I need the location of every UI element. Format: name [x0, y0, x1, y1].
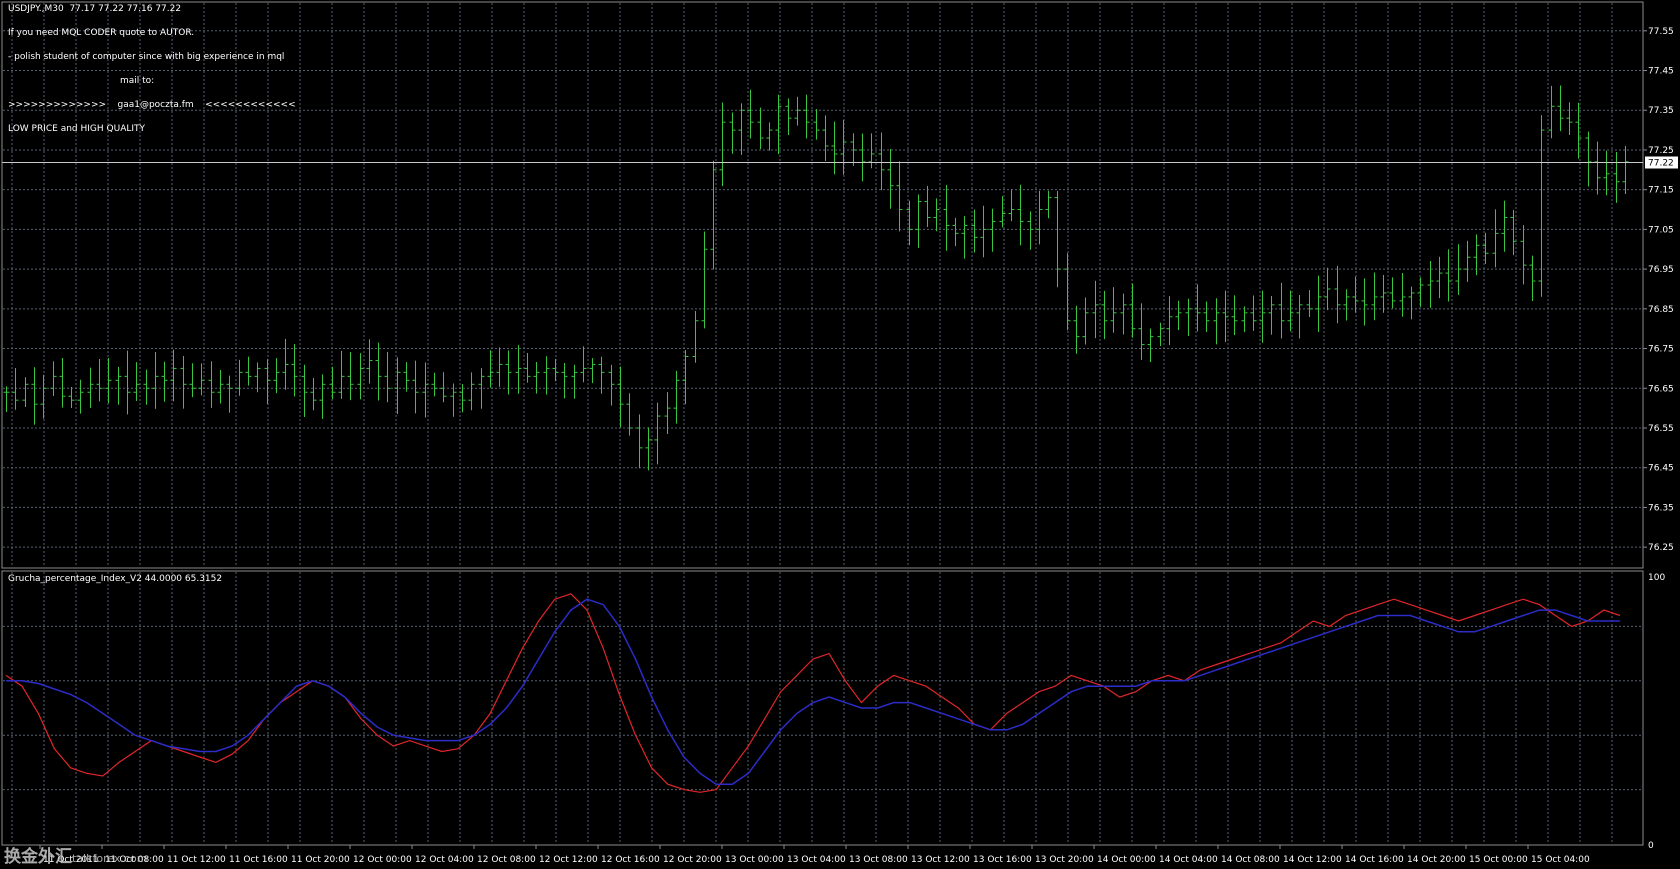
price-tick-label: 76.55	[1648, 424, 1674, 434]
price-tick-label: 77.25	[1648, 146, 1674, 156]
price-tick-label: 76.35	[1648, 503, 1674, 513]
time-tick-label: 14 Oct 16:00	[1345, 855, 1404, 865]
trading-chart[interactable]: 77.55 77.45 77.35 77.25 77.15 77.05 76.95 76.85…	[0, 0, 1680, 869]
time-tick-label: 14 Oct 08:00	[1221, 855, 1280, 865]
price-tick-label: 76.45	[1648, 464, 1674, 474]
time-tick-label: 14 Oct 12:00	[1283, 855, 1342, 865]
last-price-label: 77.22	[1648, 159, 1674, 169]
time-tick-label: 13 Oct 12:00	[911, 855, 970, 865]
price-tick-label: 76.25	[1648, 543, 1674, 553]
indicator-scale-bottom: 0	[1648, 841, 1654, 851]
time-tick-label: 12 Oct 16:00	[601, 855, 660, 865]
time-tick-label: 11 Oct 16:00	[229, 855, 288, 865]
time-tick-label: 14 Oct 20:00	[1407, 855, 1466, 865]
ad-line-3: mail to:	[120, 76, 155, 86]
price-tick-label: 77.15	[1648, 186, 1674, 196]
ad-line-4: >>>>>>>>>>>>> gaa1@poczta.fm <<<<<<<<<<<…	[8, 100, 296, 110]
symbol-info: USDJPY.,M30 77.17 77.22 77.16 77.22	[8, 4, 182, 14]
price-tick-label: 77.05	[1648, 225, 1674, 235]
time-tick-label: 14 Oct 00:00	[1097, 855, 1156, 865]
ad-line-2: - polish student of computer since with …	[8, 52, 285, 62]
price-tick-label: 77.45	[1648, 67, 1674, 77]
time-tick-label: 15 Oct 00:00	[1469, 855, 1528, 865]
time-tick-label: 13 Oct 04:00	[787, 855, 846, 865]
time-tick-label: 12 Oct 12:00	[539, 855, 598, 865]
time-tick-label: 11 Oct 12:00	[167, 855, 226, 865]
time-tick-label: 13 Oct 20:00	[1035, 855, 1094, 865]
time-tick-label: 12 Oct 20:00	[663, 855, 722, 865]
time-tick-label: 12 Oct 00:00	[353, 855, 412, 865]
time-tick-label: 12 Oct 08:00	[477, 855, 536, 865]
chart-background	[0, 0, 1680, 869]
price-tick-label: 76.65	[1648, 384, 1674, 394]
time-tick-label: 13 Oct 08:00	[849, 855, 908, 865]
ad-line-5: LOW PRICE and HIGH QUALITY	[8, 124, 146, 134]
price-tick-label: 76.85	[1648, 305, 1674, 315]
last-price-marker: 77.22	[1645, 156, 1678, 169]
price-tick-label: 76.95	[1648, 265, 1674, 275]
time-tick-label: 14 Oct 04:00	[1159, 855, 1218, 865]
time-tick-label: 13 Oct 00:00	[725, 855, 784, 865]
time-tick-label: 13 Oct 16:00	[973, 855, 1032, 865]
watermark-text: 换金外汇	[4, 847, 72, 867]
ad-line-1: If you need MQL CODER quote to AUTOR.	[8, 28, 195, 38]
price-tick-label: 77.55	[1648, 27, 1674, 37]
indicator-label: Grucha_percentage_Index_V2 44.0000 65.31…	[8, 574, 223, 584]
time-tick-label: 12 Oct 04:00	[415, 855, 474, 865]
time-tick-label: 15 Oct 04:00	[1531, 855, 1590, 865]
time-tick-label: 11 Oct 20:00	[291, 855, 350, 865]
indicator-scale-top: 100	[1648, 573, 1665, 583]
watermark-logo: 换金外汇talkforex.com	[4, 842, 147, 867]
price-tick-label: 77.35	[1648, 106, 1674, 116]
watermark-sub: talkforex.com	[72, 852, 148, 865]
price-tick-label: 76.75	[1648, 345, 1674, 355]
